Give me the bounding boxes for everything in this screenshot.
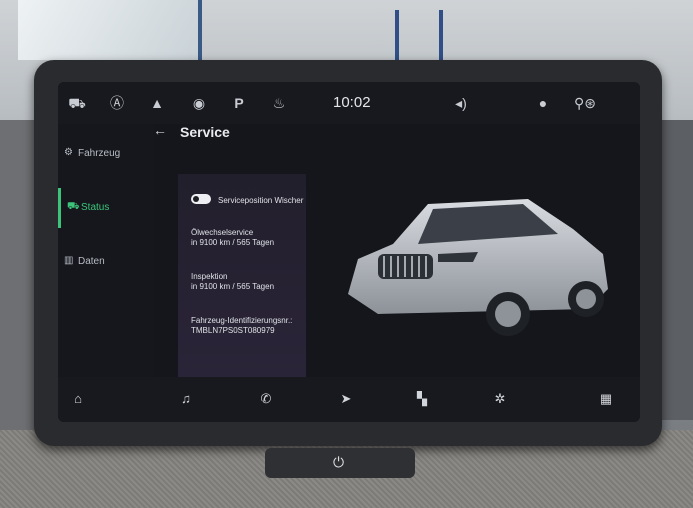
car-icon[interactable]: ⛟ [66,94,88,112]
home-icon[interactable]: ⌂ [66,391,90,406]
oil-service-title: Ölwechselservice [191,228,254,237]
wiper-service-label: Serviceposition Wischer [218,196,304,205]
car-image [348,199,608,336]
status-bar: ⛟ Ⓐ ▲ ◉ P ♨ 10:02 ◂) ● ⚲⊛ [58,82,640,124]
parking-icon[interactable]: P [228,94,250,112]
inspection-info: Inspektion in 9100 km / 565 Tagen [191,272,274,292]
sidebar-item-status[interactable]: ⛟ Status [58,188,157,228]
wiper-service-toggle[interactable] [191,194,211,204]
sidebar: ⚙ Fahrzeug ⛟ Status ▥ Daten [58,124,154,377]
oil-service-value: in 9100 km / 565 Tagen [191,238,275,247]
data-icon: ▥ [64,255,74,266]
infotainment-screen: ⛟ Ⓐ ▲ ◉ P ♨ 10:02 ◂) ● ⚲⊛ ⚙ Fahrzeug ⛟ S… [58,82,640,422]
oil-service-info: Ölwechselservice in 9100 km / 565 Tagen [191,228,274,248]
assist-icon[interactable]: Ⓐ [106,94,128,112]
inspection-title: Inspektion [191,272,228,281]
sidebar-item-label: Status [81,202,110,213]
phone-icon[interactable]: ✆ [254,391,278,407]
vin-title: Fahrzeug-Identifizierungsnr.: [191,316,293,325]
music-icon[interactable]: ♫ [174,391,198,406]
volume-icon[interactable]: ◂) [450,94,472,112]
car-status-icon: ⛟ [67,201,80,212]
profile-location-icon[interactable]: ⚲⊛ [570,94,600,112]
sidebar-item-fahrzeug[interactable]: ⚙ Fahrzeug [58,134,154,174]
power-button[interactable]: ⏻ [265,448,415,478]
car-settings-icon: ⚙ [64,147,73,158]
sidebar-item-label: Fahrzeug [78,148,121,159]
back-arrow-icon[interactable]: ← [153,122,167,138]
power-icon: ⏻ [333,454,345,470]
inspection-value: in 9100 km / 565 Tagen [191,282,275,291]
grid-menu-icon[interactable]: ▦ [594,391,618,407]
vin-info: Fahrzeug-Identifizierungsnr.: TMBLN7PS0S… [191,316,292,336]
sidebar-item-label: Daten [78,256,105,267]
terrain-icon[interactable]: ▲ [146,94,168,112]
dashboard-left [0,120,38,450]
camera-car-icon[interactable]: ◉ [188,94,210,112]
background-window [18,0,202,60]
page-title: Service [180,124,230,140]
navigation-icon[interactable]: ➤ [334,391,358,407]
apps-icon[interactable]: ▚ [410,391,434,407]
user-icon[interactable]: ● [532,94,554,112]
heat-icon[interactable]: ♨ [268,94,290,112]
climate-icon[interactable]: ✲ [488,391,512,407]
clock: 10:02 [333,94,371,111]
bottom-nav: ⌂ ♫ ✆ ➤ ▚ ✲ ▦ [58,377,640,422]
vin-value: TMBLN7PS0ST080979 [191,326,275,335]
sidebar-item-daten[interactable]: ▥ Daten [58,242,154,282]
